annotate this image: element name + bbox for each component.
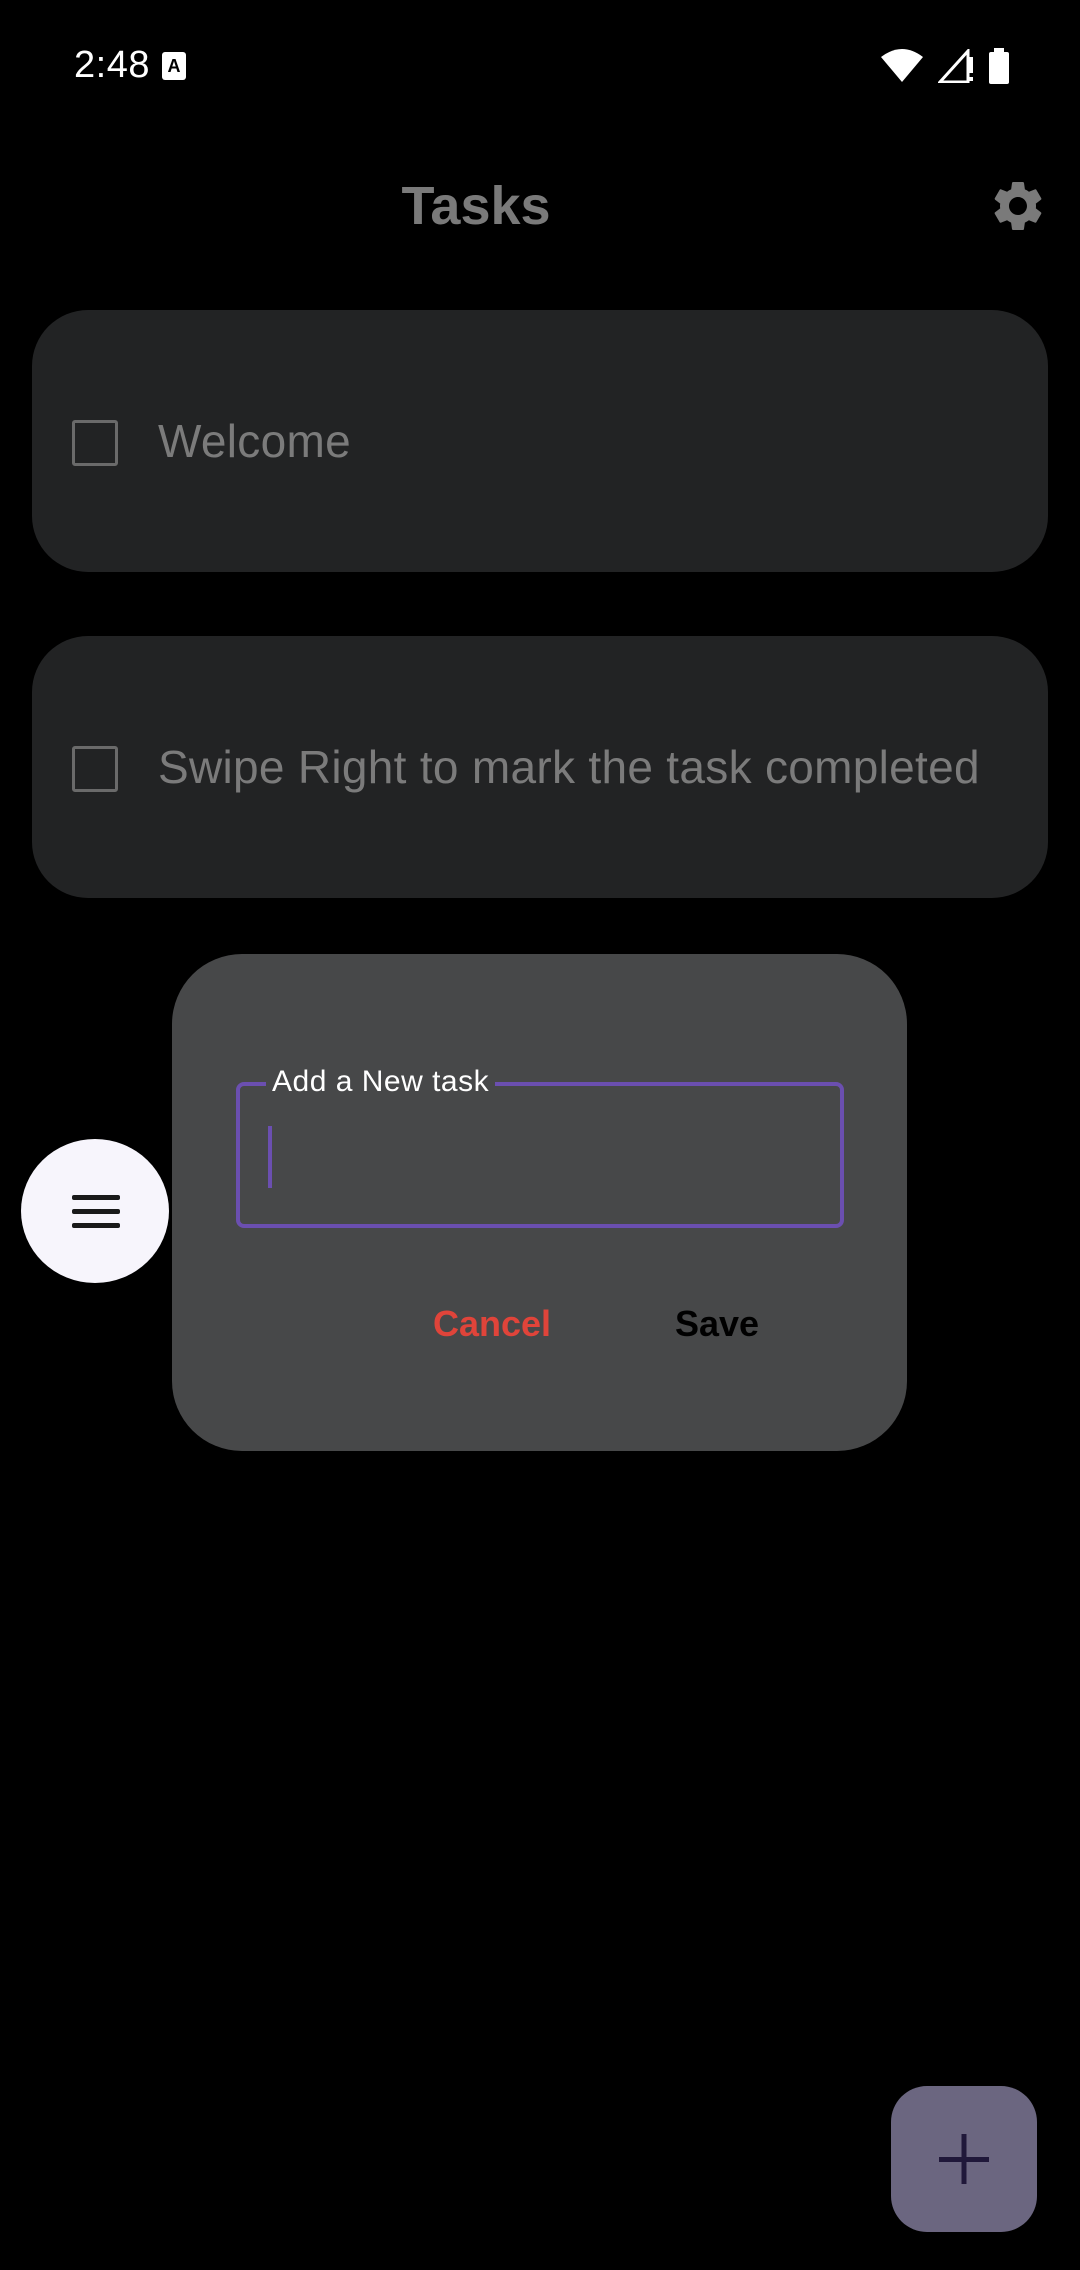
cancel-button[interactable]: Cancel <box>412 1294 572 1354</box>
task-checkbox[interactable] <box>72 420 118 466</box>
new-task-field-label: Add a New task <box>266 1062 496 1102</box>
menu-button[interactable] <box>21 1139 169 1283</box>
battery-icon <box>989 48 1009 84</box>
task-card[interactable]: Welcome <box>32 310 1048 572</box>
new-task-field[interactable]: Add a New task <box>236 1062 844 1228</box>
add-task-button[interactable] <box>891 2086 1037 2232</box>
new-task-input[interactable] <box>264 1116 824 1196</box>
task-label: Swipe Right to mark the task completed <box>158 741 980 793</box>
save-button[interactable]: Save <box>644 1294 790 1354</box>
plus-icon <box>939 2134 989 2184</box>
task-checkbox[interactable] <box>72 746 118 792</box>
status-bar: 2:48 A <box>0 0 1080 130</box>
wifi-icon <box>881 49 923 82</box>
signal-icon <box>938 49 973 83</box>
add-task-dialog: Add a New task Cancel Save <box>172 954 907 1451</box>
status-time: 2:48 <box>74 44 150 86</box>
task-label: Welcome <box>158 415 351 467</box>
page-title: Tasks <box>401 176 551 236</box>
gear-icon <box>994 182 1042 230</box>
status-icons <box>880 48 1010 84</box>
text-cursor <box>268 1126 272 1188</box>
a-icon: A <box>162 52 186 80</box>
task-card[interactable]: Swipe Right to mark the task completed <box>32 636 1048 898</box>
settings-button[interactable] <box>988 176 1048 236</box>
